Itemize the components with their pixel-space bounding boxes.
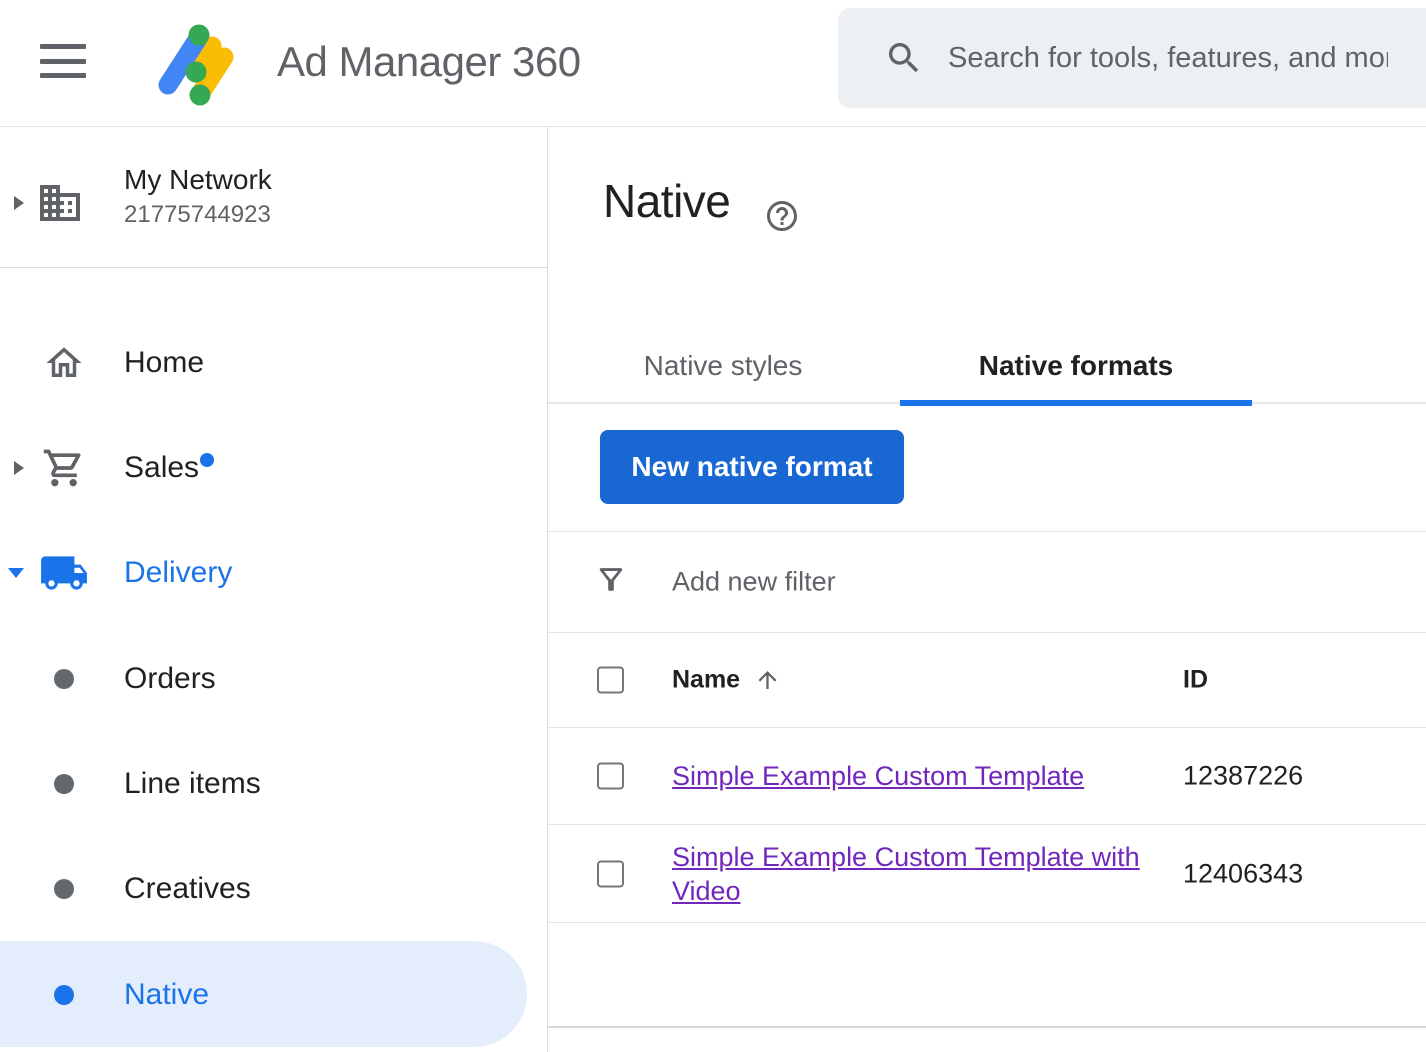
main-content: Native Native styles Native formats New …: [548, 127, 1426, 1052]
ad-manager-logo-icon: [148, 12, 244, 108]
help-icon[interactable]: [764, 198, 800, 234]
app-title: Ad Manager 360: [277, 0, 581, 127]
column-header-name[interactable]: Name: [672, 666, 781, 695]
sidebar: My Network 21775744923 Home Sales Delive…: [0, 127, 548, 1052]
sidebar-item-label: Home: [124, 346, 204, 380]
network-name: My Network: [124, 164, 272, 196]
collapse-arrow-icon[interactable]: [8, 568, 24, 578]
sidebar-item-native[interactable]: Native: [0, 958, 547, 1032]
network-selector[interactable]: My Network 21775744923: [0, 127, 547, 268]
shopping-cart-icon: [36, 446, 92, 490]
filter-placeholder: Add new filter: [672, 567, 836, 598]
tab-native-styles[interactable]: Native styles: [588, 329, 858, 404]
sidebar-item-orders[interactable]: Orders: [0, 642, 547, 716]
bullet-icon: [54, 669, 74, 689]
global-search[interactable]: [838, 8, 1426, 108]
row-id: 12406343: [1183, 858, 1303, 889]
table-row: Simple Example Custom Template with Vide…: [548, 825, 1426, 923]
tab-native-formats[interactable]: Native formats: [900, 329, 1252, 404]
row-checkbox[interactable]: [597, 860, 624, 887]
bullet-icon: [54, 774, 74, 794]
select-all-checkbox[interactable]: [597, 667, 624, 694]
sidebar-item-home[interactable]: Home: [0, 326, 547, 400]
table-header-row: Name ID: [548, 633, 1426, 728]
sidebar-item-delivery[interactable]: Delivery: [0, 536, 547, 610]
expand-arrow-icon[interactable]: [14, 461, 24, 475]
building-icon: [36, 179, 84, 232]
sort-ascending-icon: [754, 667, 781, 694]
empty-table-row: [548, 923, 1426, 1028]
sidebar-item-label: Line items: [124, 767, 261, 801]
sidebar-item-label: Delivery: [124, 556, 232, 590]
actions-section: New native format: [548, 406, 1426, 532]
filter-bar[interactable]: Add new filter: [548, 532, 1426, 633]
sidebar-item-label: Sales: [124, 451, 199, 485]
sidebar-item-sales[interactable]: Sales: [0, 431, 547, 505]
sidebar-item-creatives[interactable]: Creatives: [0, 852, 547, 926]
row-id: 12387226: [1183, 761, 1303, 792]
table-row: Simple Example Custom Template 12387226: [548, 728, 1426, 825]
search-input[interactable]: [948, 42, 1388, 75]
column-header-id: ID: [1183, 666, 1208, 695]
home-icon: [36, 342, 92, 384]
row-checkbox[interactable]: [597, 763, 624, 790]
menu-button[interactable]: [40, 40, 86, 82]
new-native-format-button[interactable]: New native format: [600, 430, 904, 504]
bullet-icon: [54, 985, 74, 1005]
sidebar-item-label: Creatives: [124, 872, 251, 906]
network-id: 21775744923: [124, 201, 271, 229]
notification-dot: [200, 453, 214, 467]
sidebar-item-label: Orders: [124, 662, 216, 696]
sidebar-item-label: Native: [124, 978, 209, 1012]
native-format-link[interactable]: Simple Example Custom Template with Vide…: [672, 840, 1172, 908]
native-format-link[interactable]: Simple Example Custom Template: [672, 759, 1084, 793]
filter-funnel-icon: [594, 563, 628, 602]
page-title: Native: [603, 174, 730, 228]
top-app-bar: Ad Manager 360: [0, 0, 1426, 127]
tab-bar: Native styles Native formats: [548, 329, 1426, 404]
truck-icon: [36, 548, 92, 598]
hamburger-icon: [40, 44, 86, 49]
bullet-icon: [54, 879, 74, 899]
search-icon: [884, 38, 924, 78]
sidebar-item-line-items[interactable]: Line items: [0, 747, 547, 821]
column-name-label: Name: [672, 666, 740, 695]
expand-arrow-icon[interactable]: [14, 196, 24, 210]
